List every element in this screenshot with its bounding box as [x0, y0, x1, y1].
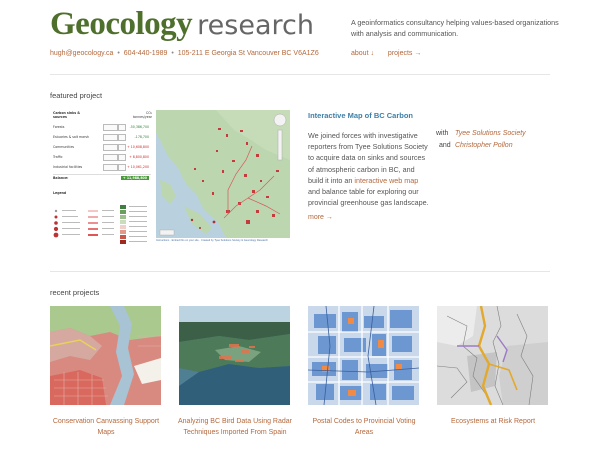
row-label: Industrial facilities	[53, 165, 83, 169]
row-label: Traffic	[53, 155, 63, 159]
featured-heading: featured project	[50, 91, 103, 100]
project-link[interactable]: Analyzing BC Bird Data Using Radar Techn…	[178, 418, 292, 436]
site-logo[interactable]: Geocology research	[50, 8, 314, 41]
balance-value: + 11,988,800	[121, 176, 149, 180]
thumbnail-image	[437, 306, 548, 405]
panel-row: Communities + 10,608,800	[53, 144, 151, 151]
row-value: + 10,608,800	[127, 145, 149, 149]
partner-link-tyee[interactable]: Tyee Solutions Society	[455, 130, 526, 137]
panel-row: Industrial facilities + 10,061,200	[53, 164, 151, 171]
divider	[50, 74, 550, 75]
project-link[interactable]: Postal Codes to Provincial Voting Areas	[312, 418, 415, 436]
row-toggle[interactable]	[118, 154, 126, 161]
carbon-balance-panel: Carbon sinks & sources CO₂ tonnes/year F…	[50, 110, 154, 245]
featured-more-link[interactable]: more →	[308, 214, 333, 221]
featured-project-title[interactable]: Interactive Map of BC Carbon	[308, 111, 413, 120]
row-toggle[interactable]	[118, 124, 126, 131]
row-label: Forests	[53, 125, 65, 129]
logo-wordmark-bold: Geocology	[50, 6, 193, 42]
description-text: and balance table for exploring our prov…	[308, 187, 429, 208]
panel-row: Estuaries & salt marsh -178,700	[53, 134, 151, 141]
row-value: -178,700	[134, 135, 149, 139]
panel-unit-header: CO₂ tonnes/year	[132, 111, 152, 119]
row-input[interactable]	[103, 154, 118, 161]
map-graphic	[156, 110, 290, 238]
row-label: Estuaries & salt marsh	[53, 135, 90, 139]
row-toggle[interactable]	[118, 134, 126, 141]
logo-wordmark-light: research	[197, 10, 314, 41]
recent-heading: recent projects	[50, 288, 100, 297]
nav-about-link[interactable]: about ↓	[351, 50, 374, 57]
project-thumbnail-ecosystems[interactable]	[437, 306, 548, 405]
thumbnail-image	[308, 306, 419, 405]
row-toggle[interactable]	[118, 164, 126, 171]
contact-separator: •	[117, 50, 120, 57]
nav-projects-link[interactable]: projects →	[388, 50, 421, 57]
divider	[50, 271, 550, 272]
and-label: and	[439, 142, 451, 149]
email-link[interactable]: hugh@geocology.ca	[50, 50, 113, 57]
top-nav: about ↓ projects →	[351, 50, 433, 57]
row-label: Communities	[53, 145, 75, 149]
map-caption: Instructions · Embed this on your site ·…	[156, 239, 268, 242]
row-value: + 10,061,200	[127, 165, 149, 169]
site-tagline: A geoinformatics consultancy helping val…	[351, 18, 559, 38]
contact-separator: •	[171, 50, 174, 57]
project-link[interactable]: Conservation Canvassing Support Maps	[53, 418, 159, 436]
project-title-bird-radar[interactable]: Analyzing BC Bird Data Using Radar Techn…	[175, 417, 295, 438]
thumbnail-image	[179, 306, 290, 405]
partner-link-pollon[interactable]: Christopher Pollon	[455, 142, 513, 149]
carbon-web-map[interactable]	[156, 110, 290, 238]
with-label: with	[436, 130, 449, 137]
panel-balance-row: Balance: + 11,988,800	[53, 174, 151, 181]
thumbnail-image	[50, 306, 161, 405]
row-value: + 8,800,800	[129, 155, 149, 159]
project-title-conservation[interactable]: Conservation Canvassing Support Maps	[46, 417, 166, 438]
panel-row: Traffic + 8,800,800	[53, 154, 151, 161]
featured-project-description: We joined forces with investigative repo…	[308, 130, 430, 208]
legend-title: Legend	[53, 191, 67, 195]
street-address: 105-211 E Georgia St Vancouver BC V6A1Z6	[177, 50, 319, 57]
row-input[interactable]	[103, 124, 118, 131]
balance-label: Balance:	[53, 176, 69, 180]
project-link[interactable]: Ecosystems at Risk Report	[451, 418, 535, 425]
row-value: -50,386,700	[129, 125, 149, 129]
panel-row: Forests -50,386,700	[53, 124, 151, 131]
row-toggle[interactable]	[118, 144, 126, 151]
legend-swatches	[53, 205, 147, 244]
panel-title: Carbon sinks & sources	[53, 111, 81, 119]
project-title-ecosystems[interactable]: Ecosystems at Risk Report	[433, 417, 553, 428]
project-thumbnail-postal-codes[interactable]	[308, 306, 419, 405]
row-input[interactable]	[103, 134, 118, 141]
row-input[interactable]	[103, 144, 118, 151]
phone-number: 604-440-1989	[123, 50, 168, 57]
featured-project-screenshot[interactable]: Carbon sinks & sources CO₂ tonnes/year F…	[50, 110, 290, 245]
project-thumbnail-bird-radar[interactable]	[179, 306, 290, 405]
contact-line: hugh@geocology.ca • 604-440-1989 • 105-2…	[50, 50, 319, 57]
project-thumbnail-conservation[interactable]	[50, 306, 161, 405]
interactive-web-map-link[interactable]: interactive web map	[354, 176, 418, 185]
project-title-postal-codes[interactable]: Postal Codes to Provincial Voting Areas	[304, 417, 424, 438]
row-input[interactable]	[103, 164, 118, 171]
